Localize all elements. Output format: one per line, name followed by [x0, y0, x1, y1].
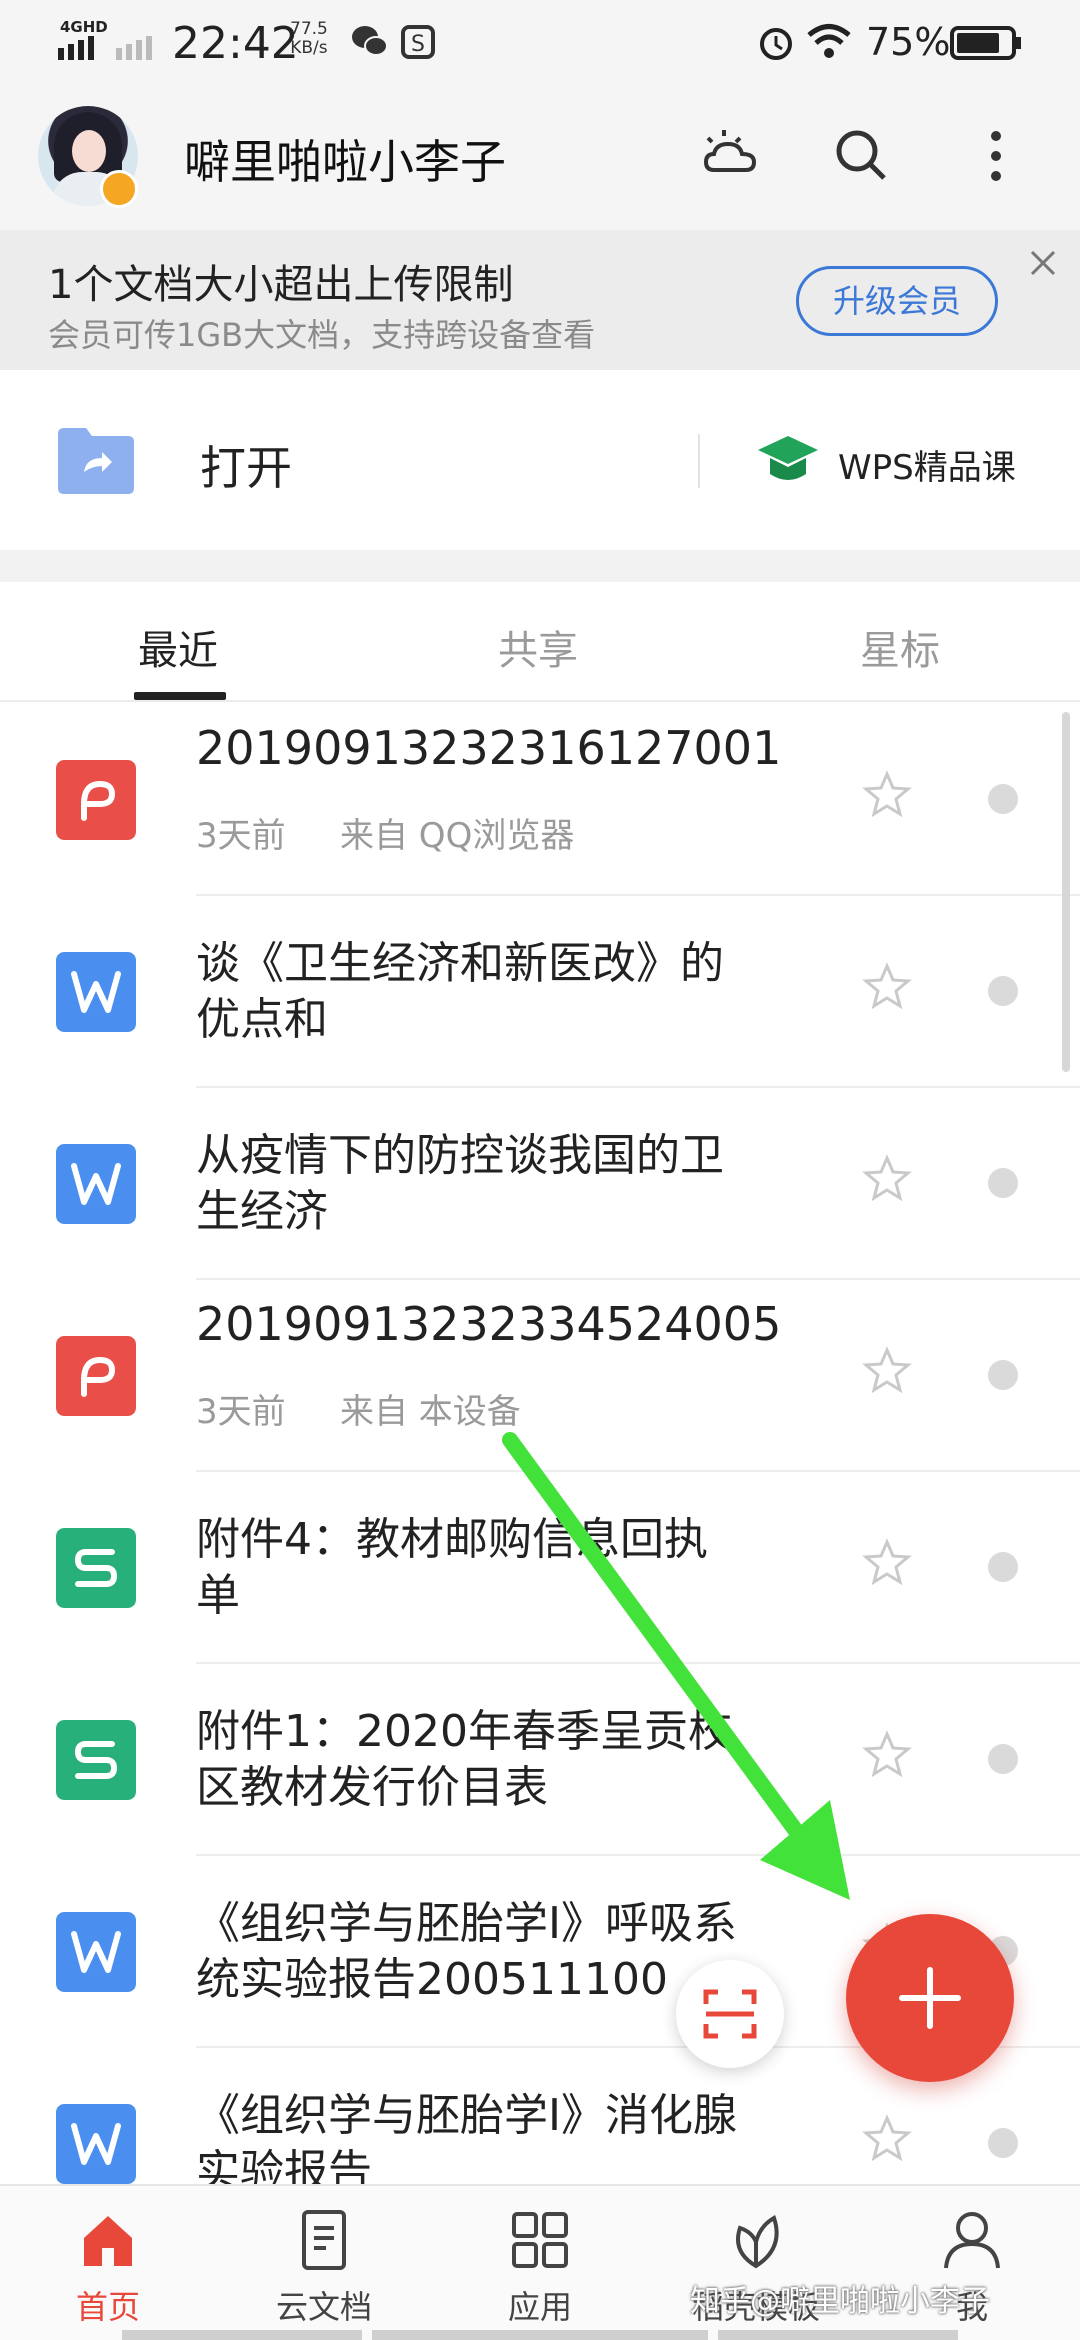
signal-icon [58, 36, 152, 60]
graduation-cap-icon[interactable] [756, 432, 820, 488]
clock: 22:42 [172, 18, 299, 69]
apps-icon [512, 2212, 568, 2268]
more-dot[interactable] [988, 976, 1018, 1006]
file-title: 20190913232316127001 [196, 721, 782, 775]
word-file-icon [56, 1144, 136, 1224]
file-time: 3天前 [196, 1392, 286, 1432]
file-tabs: 最近 共享 星标 [0, 582, 1080, 702]
more-dot[interactable] [988, 1168, 1018, 1198]
nav-label: 首页 [75, 2288, 140, 2326]
file-source: 来自 QQ浏览器 [340, 816, 575, 856]
tab-starred[interactable]: 星标 [860, 618, 940, 676]
star-icon[interactable] [862, 962, 912, 1012]
open-button[interactable]: 打开 [200, 432, 292, 498]
more-icon[interactable] [964, 124, 1028, 188]
annotation-arrow [502, 1432, 850, 1900]
file-title-line2: 实验报告 [196, 2146, 372, 2184]
search-icon[interactable] [830, 124, 894, 188]
star-icon[interactable] [862, 1346, 912, 1396]
sheet-file-icon [56, 1720, 136, 1800]
file-title-line1: 谈《卫生经济和新医改》的 [196, 938, 724, 989]
word-file-icon [56, 1912, 136, 1992]
more-dot[interactable] [988, 784, 1018, 814]
wechat-icon [352, 26, 388, 56]
banner-subtitle: 会员可传1GB大文档，支持跨设备查看 [48, 316, 596, 354]
alarm-icon [760, 28, 792, 60]
word-file-icon [56, 952, 136, 1032]
file-title: 20190913232334524005 [196, 1297, 782, 1351]
wps-course-link[interactable]: WPS精品课 [838, 440, 1016, 489]
active-tab-indicator [134, 692, 226, 700]
weather-icon[interactable] [700, 124, 764, 188]
file-row[interactable]: 20190913232316127001 3天前 来自 QQ浏览器 [0, 704, 1080, 896]
file-title-line1: 《组织学与胚胎学I》消化腺 [196, 2090, 737, 2141]
plus-icon [899, 1967, 961, 2029]
tab-recent[interactable]: 最近 [138, 618, 218, 676]
file-row[interactable]: 从疫情下的防控谈我国的卫 生经济 [0, 1088, 1080, 1280]
banner-title: 1个文档大小超出上传限制 [48, 262, 514, 308]
scrollbar[interactable] [1062, 712, 1070, 1072]
file-title-line2: 生经济 [196, 1186, 328, 1237]
gesture-bar-segment [718, 2330, 958, 2340]
scan-button[interactable] [676, 1960, 784, 2068]
file-title-line1: 从疫情下的防控谈我国的卫 [196, 1130, 724, 1181]
star-icon[interactable] [862, 1538, 912, 1588]
more-dot[interactable] [988, 2128, 1018, 2158]
gesture-bar-segment [122, 2330, 362, 2340]
nav-home[interactable]: 首页 [0, 2186, 216, 2340]
home-icon [84, 2216, 132, 2266]
app-notification-icon: S [401, 25, 435, 59]
file-time: 3天前 [196, 816, 286, 856]
upgrade-member-button[interactable]: 升级会员 [796, 266, 998, 336]
wifi-icon [807, 24, 851, 58]
pdf-file-icon [56, 1336, 136, 1416]
nav-label: 应用 [507, 2288, 572, 2326]
star-icon[interactable] [862, 2114, 912, 2164]
open-folder-icon[interactable] [56, 426, 136, 496]
more-dot[interactable] [988, 1744, 1018, 1774]
quick-actions: 打开 WPS精品课 [0, 370, 1080, 550]
more-dot[interactable] [988, 1552, 1018, 1582]
file-title-line2: 优点和 [196, 994, 328, 1045]
vip-crown-icon [100, 170, 138, 208]
section-gap [0, 550, 1080, 582]
nav-apps[interactable]: 应用 [432, 2186, 648, 2340]
leaf-template-icon [736, 2215, 779, 2269]
gesture-bar-segment [372, 2330, 708, 2340]
upload-limit-banner: 1个文档大小超出上传限制 会员可传1GB大文档，支持跨设备查看 升级会员 [0, 230, 1080, 370]
scan-icon [703, 1989, 757, 2039]
app-header: 噼里啪啦小李子 [0, 84, 1080, 230]
nav-cloud-docs[interactable]: 云文档 [216, 2186, 432, 2340]
nav-label: 云文档 [275, 2288, 372, 2326]
star-icon[interactable] [862, 1730, 912, 1780]
star-icon[interactable] [862, 1154, 912, 1204]
net-speed: 77.5 KB/s [290, 19, 328, 58]
divider [698, 434, 700, 488]
pdf-file-icon [56, 760, 136, 840]
status-bar: 4GHD 22:42 77.5 KB/s S 75% [0, 0, 1080, 84]
battery-percent: 75% [866, 20, 951, 64]
username[interactable]: 噼里啪啦小李子 [184, 126, 506, 192]
avatar-face [72, 130, 106, 172]
svg-text:S: S [411, 32, 425, 57]
sheet-file-icon [56, 1528, 136, 1608]
file-row[interactable]: 谈《卫生经济和新医改》的 优点和 [0, 896, 1080, 1088]
star-icon[interactable] [862, 770, 912, 820]
cloud-doc-icon [302, 2210, 346, 2270]
close-icon[interactable] [1028, 248, 1058, 278]
new-document-button[interactable] [846, 1914, 1014, 2082]
more-dot[interactable] [988, 1360, 1018, 1390]
battery-icon [950, 26, 1021, 60]
word-file-icon [56, 2104, 136, 2184]
profile-icon [944, 2212, 1000, 2269]
watermark: 知乎@噼里啪啦小李子 [690, 2284, 990, 2319]
tab-shared[interactable]: 共享 [498, 618, 578, 676]
